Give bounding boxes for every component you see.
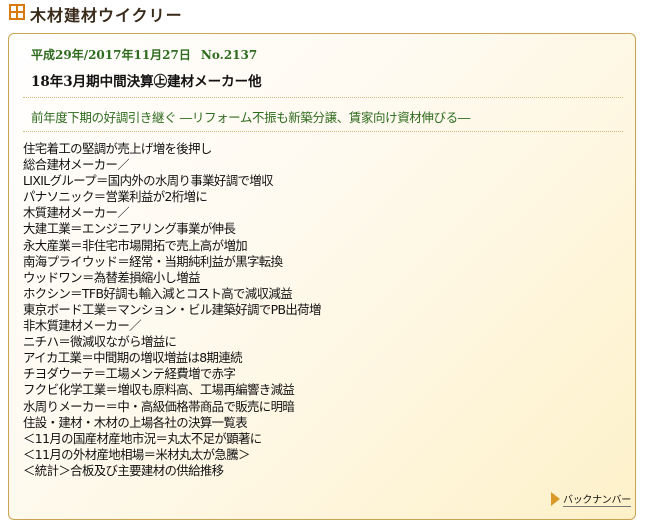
site-logo-icon xyxy=(9,4,25,20)
contents-item: 非木質建材メーカー／ xyxy=(23,318,142,334)
contents-item: ＜11月の外材産地相場＝米材丸太が急騰＞ xyxy=(23,446,250,462)
contents-item: パナソニック＝営業利益が2桁増に xyxy=(23,189,208,205)
contents-item: チヨダウーテ＝工場メンテ経費増で赤字 xyxy=(23,366,236,382)
contents-item: LIXILグループ＝国内外の水周り事業好調で増収 xyxy=(23,173,273,189)
contents-item: 大建工業＝エンジニアリング事業が伸長 xyxy=(23,221,236,237)
contents-item: 総合建材メーカー／ xyxy=(23,157,130,173)
contents-item: 東京ボード工業＝マンション・ビル建築好調でPB出荷増 xyxy=(23,301,321,317)
back-number-link[interactable]: バックナンバー xyxy=(551,490,631,508)
contents-item: 水周りメーカー＝中・高級価格帯商品で販売に明暗 xyxy=(23,398,295,414)
site-header: 木材建材ウイクリー xyxy=(0,0,650,26)
contents-item: ウッドワン＝為替差損縮小し増益 xyxy=(23,269,200,285)
article-panel: 平成29年/2017年11月27日 No.2137 18年3月期中間決算㊤建材メー… xyxy=(8,33,636,520)
back-number-label: バックナンバー xyxy=(563,491,631,507)
issue-number: No.2137 xyxy=(200,48,258,62)
contents-item: フクビ化学工業＝増収も原料高、工場再編響き減益 xyxy=(23,382,295,398)
contents-item: 木質建材メーカー／ xyxy=(23,205,130,221)
arrow-right-icon xyxy=(551,492,560,506)
article-title: 18年3月期中間決算㊤建材メーカー他 xyxy=(31,74,262,90)
contents-item: ＜統計＞合板及び主要建材の供給推移 xyxy=(23,462,224,478)
dotted-divider xyxy=(23,97,623,98)
contents-item: 住宅着工の堅調が売上げ増を後押し xyxy=(23,141,212,156)
contents-item: ホクシン＝TFB好調も輸入減とコスト高で減収減益 xyxy=(23,285,293,301)
issue-date: 平成29年/2017年11月27日 xyxy=(31,48,191,62)
contents-item: ＜11月の国産材産地市況＝丸太不足が顕著に xyxy=(23,430,262,446)
article-contents-list: 住宅着工の堅調が売上げ増を後押し 総合建材メーカー／ LIXILグループ＝国内外の水… xyxy=(23,141,321,479)
dotted-divider xyxy=(23,131,623,132)
site-title: 木材建材ウイクリー xyxy=(30,6,183,25)
article-subtitle: 前年度下期の好調引き継ぐ ―リフォーム不振も新築分譲、賃家向け資材伸びる― xyxy=(31,110,470,125)
contents-item: 南海プライウッド＝経常・当期純利益が黒字転換 xyxy=(23,253,283,269)
contents-item: アイカ工業＝中間期の増収増益は8期連続 xyxy=(23,350,243,366)
contents-item: ニチハ＝微減収ながら増益に xyxy=(23,334,177,350)
issue-date-line: 平成29年/2017年11月27日 No.2137 xyxy=(31,46,257,63)
contents-item: 永大産業＝非住宅市場開拓で売上高が増加 xyxy=(23,237,248,253)
contents-item: 住設・建材・木材の上場各社の決算一覧表 xyxy=(23,414,248,430)
